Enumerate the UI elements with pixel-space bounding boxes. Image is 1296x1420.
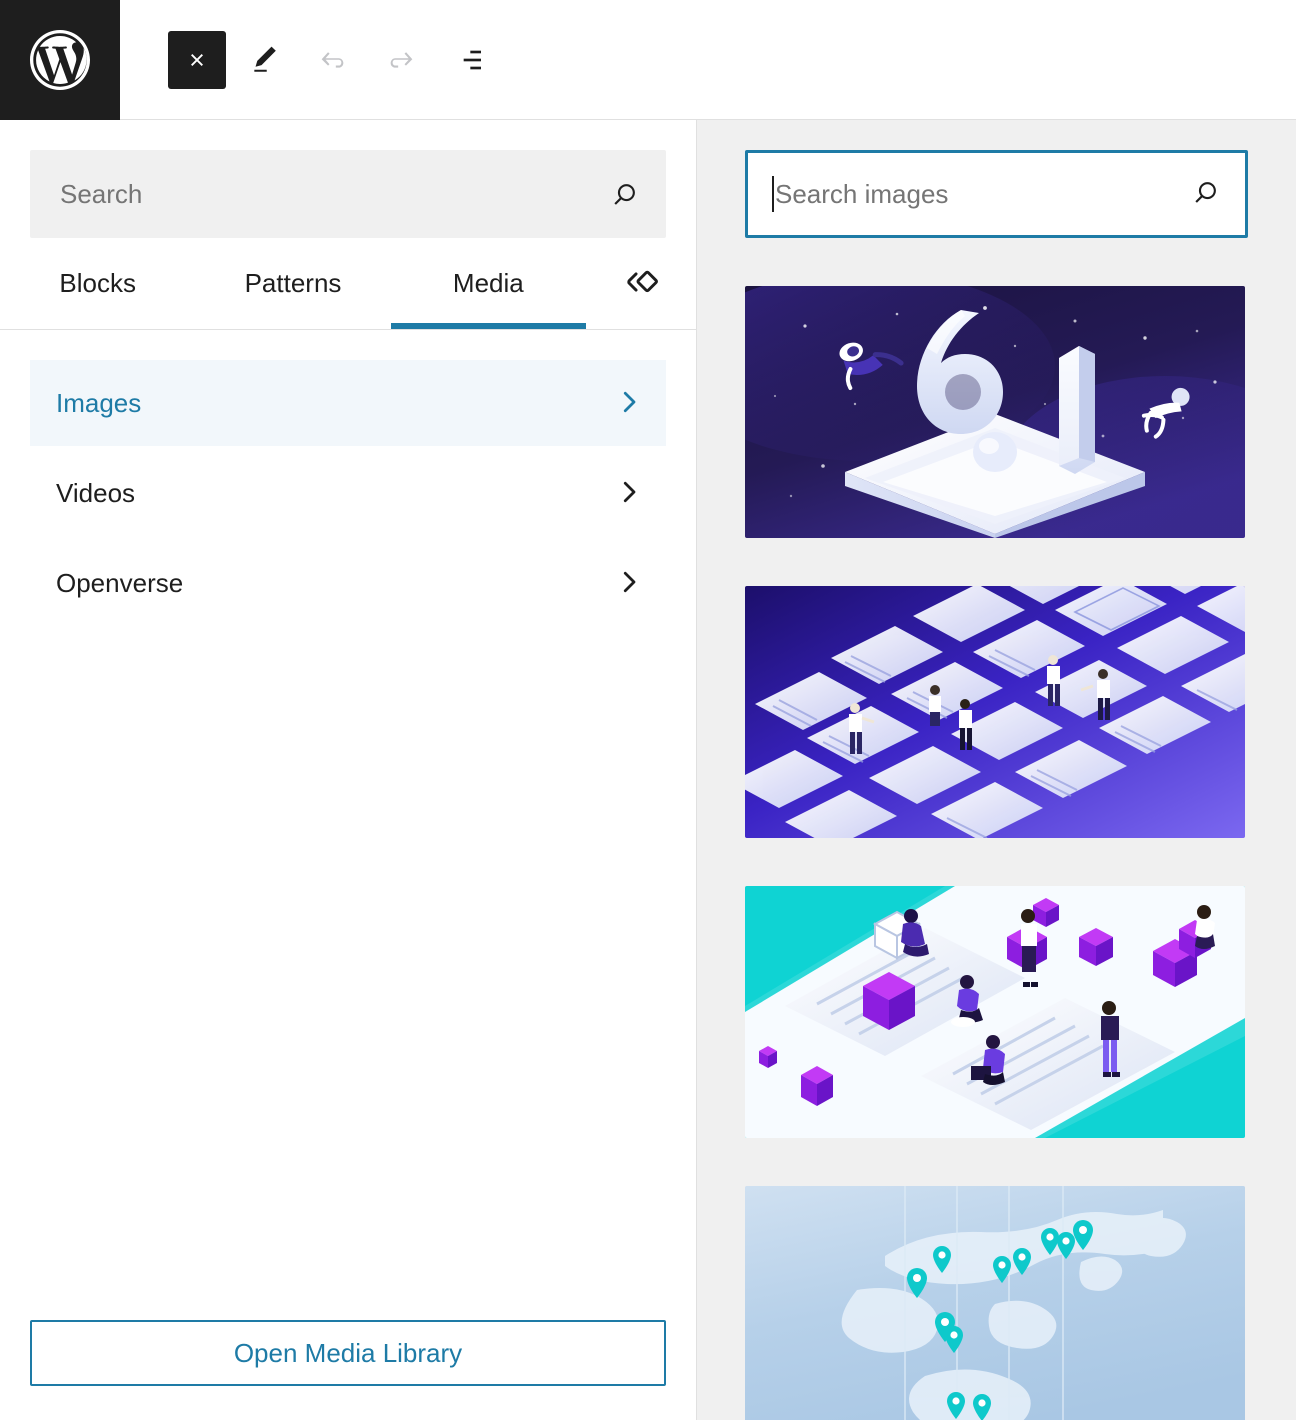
media-category-label: Images [56,387,142,418]
media-thumb-isometric-layouts[interactable] [745,586,1245,838]
undo-icon [316,43,350,77]
editor-toolbar [0,0,1296,120]
wordpress-logo-icon [24,24,96,96]
close-icon [182,45,212,75]
wordpress-logo-button[interactable] [0,0,120,120]
chevron-right-icon [614,567,644,600]
search-icon [1189,175,1223,214]
search-input[interactable] [60,178,608,210]
media-thumb-cyan-documents[interactable] [745,886,1245,1138]
media-category-videos[interactable]: Videos [30,450,666,536]
media-category-label: Videos [56,477,136,508]
media-search-input[interactable] [775,178,1189,210]
media-category-images[interactable]: Images [30,360,666,446]
media-preview-icon [619,260,663,307]
pencil-icon [249,44,281,76]
redo-icon [384,43,418,77]
toolbar-tools [120,0,498,119]
media-category-openverse[interactable]: Openverse [30,540,666,626]
inserter-footer: Open Media Library [0,1320,696,1420]
close-inserter-button[interactable] [168,30,226,89]
text-caret [772,176,774,212]
media-category-label: Openverse [56,567,184,598]
media-results-panel [697,120,1296,1420]
media-category-list: Images Videos Openverse [0,330,696,626]
media-thumbnail-list [745,286,1248,1420]
edit-tool-button[interactable] [236,31,294,89]
search-icon [608,177,642,211]
tab-blocks[interactable]: Blocks [0,237,195,329]
chevron-right-icon [614,387,644,420]
list-view-icon [453,44,485,76]
open-media-library-button[interactable]: Open Media Library [30,1320,666,1386]
media-search-box[interactable] [745,150,1248,238]
block-inserter-media-panel: Blocks Patterns Media [0,0,1296,1420]
inserter-sidebar: Blocks Patterns Media [0,120,697,1420]
media-preview-toggle-button[interactable] [586,237,696,329]
details-button[interactable] [440,31,498,89]
inserter-tabs: Blocks Patterns Media [0,238,696,330]
inserter-search-box[interactable] [30,150,666,238]
undo-button[interactable] [304,31,362,89]
inserter-body: Blocks Patterns Media [0,120,1296,1420]
chevron-right-icon [614,477,644,510]
inserter-search-wrap [0,120,696,238]
media-thumb-wordpress-61[interactable] [745,286,1245,538]
tab-patterns[interactable]: Patterns [195,237,390,329]
tab-media[interactable]: Media [390,237,587,329]
media-thumb-world-map-pins[interactable] [745,1186,1245,1420]
redo-button[interactable] [372,31,430,89]
